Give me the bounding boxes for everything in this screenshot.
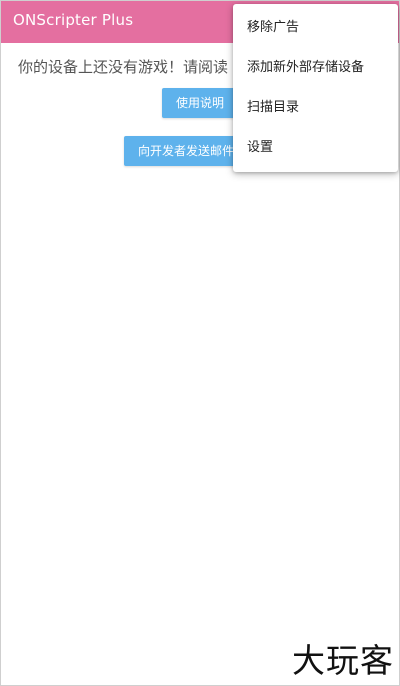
no-games-message: 你的设备上还没有游戏！请阅读 [18,58,229,76]
menu-item-add-storage[interactable]: 添加新外部存储设备 [233,48,398,88]
manual-button[interactable]: 使用说明 [162,88,238,118]
overflow-menu: 移除广告 添加新外部存储设备 扫描目录 设置 [233,4,398,172]
watermark: 大玩客 [292,641,394,680]
app-title: ONScripter Plus [13,11,134,29]
menu-item-remove-ads[interactable]: 移除广告 [233,8,398,48]
menu-item-scan-directory[interactable]: 扫描目录 [233,88,398,128]
menu-item-settings[interactable]: 设置 [233,128,398,168]
